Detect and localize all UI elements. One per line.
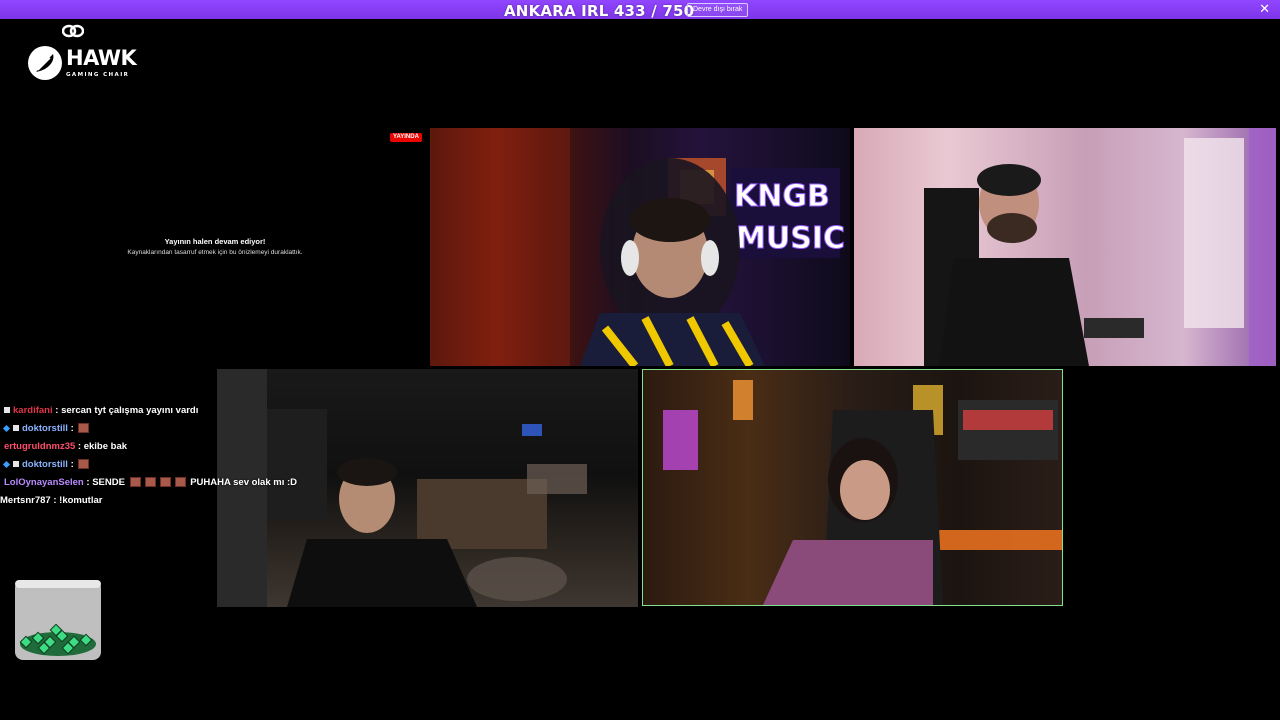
camera-feed-1: KNGB MUSIC bbox=[430, 128, 850, 366]
chat-message: LolOynayanSelen : SENDE PUHAHA sev olak … bbox=[0, 476, 297, 494]
preview-paused-subtitle: Kaynaklarından tasarruf etmek için bu ön… bbox=[127, 249, 303, 256]
chat-text: sercan tyt çalışma yayını vardı bbox=[61, 405, 199, 416]
emote-icon bbox=[144, 477, 156, 488]
cube-badge-icon bbox=[2, 424, 11, 433]
emote-icon bbox=[78, 459, 90, 470]
emote-icon bbox=[78, 423, 90, 434]
chat-message: doktorstill : bbox=[0, 422, 220, 440]
chat-username: Mertsnr787 bbox=[0, 495, 51, 506]
chat-text-continued: PUHAHA sev olak mı :D bbox=[190, 477, 298, 488]
emote-icon bbox=[174, 477, 186, 488]
top-banner: ANKARA IRL 433 / 750 Devre dışı bırak ✕ bbox=[0, 0, 1280, 20]
neon-sign-line-2: MUSIC bbox=[736, 221, 845, 256]
camera-feed-4 bbox=[642, 369, 1063, 606]
live-badge: YAYINDA bbox=[390, 133, 422, 142]
chat-username: doktorstill bbox=[22, 423, 68, 434]
chat-message: Mertsnr787 : !komutlar bbox=[0, 494, 220, 512]
chat-overlay: kardifani : sercan tyt çalışma yayını va… bbox=[0, 404, 297, 512]
chat-separator: : bbox=[70, 459, 77, 470]
paused-preview-panel[interactable] bbox=[0, 128, 430, 366]
emote-icon bbox=[129, 477, 141, 488]
chat-username: LolOynayanSelen bbox=[4, 477, 84, 488]
camera-4-scene bbox=[663, 380, 1062, 605]
camera-2-scene bbox=[924, 128, 1276, 366]
cube-badge-icon bbox=[2, 460, 11, 469]
feather-icon bbox=[28, 46, 62, 80]
chat-text: ekibe bak bbox=[83, 441, 128, 452]
chat-text: SENDE bbox=[92, 477, 125, 488]
chat-username: kardifani bbox=[13, 405, 53, 416]
chat-text: !komutlar bbox=[59, 495, 103, 506]
chat-username: ertugruldnmz35 bbox=[4, 441, 76, 452]
chat-message: doktorstill : bbox=[0, 458, 220, 476]
sponsor-logo: HAWK GAMING CHAIR bbox=[28, 24, 138, 84]
chat-separator: : bbox=[70, 423, 77, 434]
camera-1-scene: KNGB MUSIC bbox=[430, 128, 846, 366]
sponsor-name: HAWK bbox=[66, 46, 137, 70]
chat-message: kardifani : sercan tyt çalışma yayını va… bbox=[0, 404, 220, 422]
banner-title: ANKARA IRL 433 / 750 bbox=[504, 2, 695, 20]
preview-paused-title: Yayının halen devam ediyor! bbox=[164, 237, 266, 246]
badge-icon bbox=[13, 461, 19, 468]
disable-button[interactable]: Devre dışı bırak bbox=[687, 3, 749, 17]
camera-feed-3 bbox=[217, 369, 638, 607]
neon-sign-line-1: KNGB bbox=[734, 179, 830, 214]
badge-icon bbox=[4, 407, 10, 414]
chain-link-icon bbox=[62, 24, 84, 38]
sponsor-tagline: GAMING CHAIR bbox=[66, 72, 130, 78]
chat-message: ertugruldnmz35 : ekibe bak bbox=[0, 440, 220, 458]
badge-icon bbox=[13, 425, 19, 432]
glass-jar-icon bbox=[14, 578, 102, 662]
camera-feed-2 bbox=[854, 128, 1276, 366]
camera-3-scene bbox=[217, 369, 587, 607]
chat-username: doktorstill bbox=[22, 459, 68, 470]
emote-icon bbox=[159, 477, 171, 488]
close-icon[interactable]: ✕ bbox=[1259, 1, 1270, 17]
